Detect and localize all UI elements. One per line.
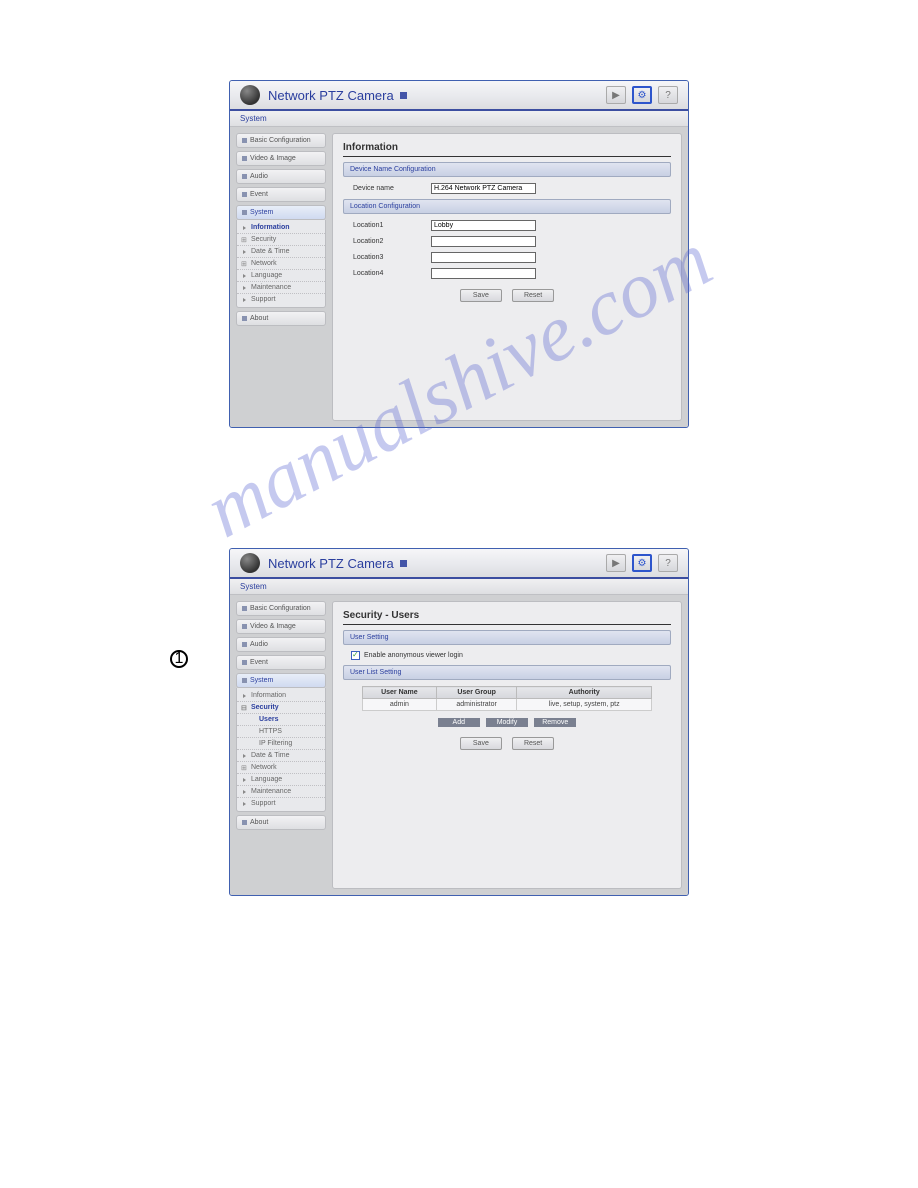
- header-bar: Network PTZ Camera ▶ ⚙ ?: [230, 549, 688, 579]
- anon-login-checkbox[interactable]: [351, 651, 360, 660]
- loc1-label: Location1: [353, 222, 431, 229]
- nav-audio[interactable]: Audio: [236, 637, 326, 652]
- setup-icon[interactable]: ⚙: [632, 554, 652, 572]
- section-user-list: User List Setting: [343, 665, 671, 680]
- subnav-language[interactable]: Language: [237, 270, 325, 282]
- app-title: Network PTZ Camera: [268, 88, 394, 103]
- table-row[interactable]: admin administrator live, setup, system,…: [363, 699, 652, 711]
- user-table: User Name User Group Authority admin adm…: [362, 686, 652, 711]
- th-username: User Name: [363, 687, 437, 699]
- cell-authority: live, setup, system, ptz: [517, 699, 652, 711]
- subnav-datetime[interactable]: Date & Time: [237, 750, 325, 762]
- save-button[interactable]: Save: [460, 289, 502, 302]
- reset-button[interactable]: Reset: [512, 289, 554, 302]
- nav-about[interactable]: About: [236, 311, 326, 326]
- subnav-information[interactable]: Information: [237, 222, 325, 234]
- setup-icon[interactable]: ⚙: [632, 86, 652, 104]
- loc2-input[interactable]: [431, 236, 536, 247]
- subnav-maintenance[interactable]: Maintenance: [237, 786, 325, 798]
- remove-button[interactable]: Remove: [534, 718, 576, 727]
- subnav-network[interactable]: ⊞Network: [237, 258, 325, 270]
- section-devname: Device Name Configuration: [343, 162, 671, 177]
- nav-system[interactable]: System: [236, 673, 326, 688]
- help-icon[interactable]: ?: [658, 554, 678, 572]
- main-panel: Information Device Name Configuration De…: [332, 133, 682, 421]
- th-authority: Authority: [517, 687, 652, 699]
- nav-about[interactable]: About: [236, 815, 326, 830]
- cell-usergroup: administrator: [436, 699, 517, 711]
- header-bar: Network PTZ Camera ▶ ⚙ ?: [230, 81, 688, 111]
- modify-button[interactable]: Modify: [486, 718, 528, 727]
- nav-system[interactable]: System: [236, 205, 326, 220]
- system-subtree: Information ⊞Security Date & Time ⊞Netwo…: [236, 220, 326, 308]
- screenshot-information: Network PTZ Camera ▶ ⚙ ? System Basic Co…: [229, 80, 689, 428]
- breadcrumb: System: [230, 579, 688, 595]
- live-icon[interactable]: ▶: [606, 554, 626, 572]
- help-icon[interactable]: ?: [658, 86, 678, 104]
- main-panel: Security - Users User Setting Enable ano…: [332, 601, 682, 889]
- subnav-support[interactable]: Support: [237, 798, 325, 809]
- app-title: Network PTZ Camera: [268, 556, 394, 571]
- nav-event[interactable]: Event: [236, 187, 326, 202]
- add-button[interactable]: Add: [438, 718, 480, 727]
- subnav-support[interactable]: Support: [237, 294, 325, 305]
- nav-basic[interactable]: Basic Configuration: [236, 601, 326, 616]
- nav-event[interactable]: Event: [236, 655, 326, 670]
- loc4-input[interactable]: [431, 268, 536, 279]
- loc2-label: Location2: [353, 238, 431, 245]
- loc1-input[interactable]: [431, 220, 536, 231]
- loc3-label: Location3: [353, 254, 431, 261]
- cell-username: admin: [363, 699, 437, 711]
- devname-input[interactable]: [431, 183, 536, 194]
- anon-login-label: Enable anonymous viewer login: [364, 652, 463, 659]
- th-usergroup: User Group: [436, 687, 517, 699]
- loc4-label: Location4: [353, 270, 431, 277]
- nav-video[interactable]: Video & Image: [236, 151, 326, 166]
- screenshot-security-users: Network PTZ Camera ▶ ⚙ ? System Basic Co…: [229, 548, 689, 896]
- camera-icon: [240, 553, 260, 573]
- section-location: Location Configuration: [343, 199, 671, 214]
- subnav-language[interactable]: Language: [237, 774, 325, 786]
- title-mark-icon: [400, 92, 407, 99]
- sidebar: Basic Configuration Video & Image Audio …: [236, 601, 326, 889]
- subnav-information[interactable]: Information: [237, 690, 325, 702]
- live-icon[interactable]: ▶: [606, 86, 626, 104]
- devname-label: Device name: [353, 185, 431, 192]
- page-heading: Security - Users: [343, 610, 671, 621]
- subnav-datetime[interactable]: Date & Time: [237, 246, 325, 258]
- page-heading: Information: [343, 142, 671, 153]
- nav-audio[interactable]: Audio: [236, 169, 326, 184]
- subnav-users[interactable]: Users: [237, 714, 325, 726]
- sidebar: Basic Configuration Video & Image Audio …: [236, 133, 326, 421]
- camera-icon: [240, 85, 260, 105]
- loc3-input[interactable]: [431, 252, 536, 263]
- save-button[interactable]: Save: [460, 737, 502, 750]
- nav-basic[interactable]: Basic Configuration: [236, 133, 326, 148]
- reset-button[interactable]: Reset: [512, 737, 554, 750]
- subnav-https[interactable]: HTTPS: [237, 726, 325, 738]
- subnav-maintenance[interactable]: Maintenance: [237, 282, 325, 294]
- subnav-security[interactable]: ⊟Security: [237, 702, 325, 714]
- system-subtree: Information ⊟Security Users HTTPS IP Fil…: [236, 688, 326, 812]
- section-number: 1: [170, 650, 188, 668]
- nav-video[interactable]: Video & Image: [236, 619, 326, 634]
- title-mark-icon: [400, 560, 407, 567]
- breadcrumb: System: [230, 111, 688, 127]
- subnav-ipfilter[interactable]: IP Filtering: [237, 738, 325, 750]
- section-user-setting: User Setting: [343, 630, 671, 645]
- subnav-network[interactable]: ⊞Network: [237, 762, 325, 774]
- subnav-security[interactable]: ⊞Security: [237, 234, 325, 246]
